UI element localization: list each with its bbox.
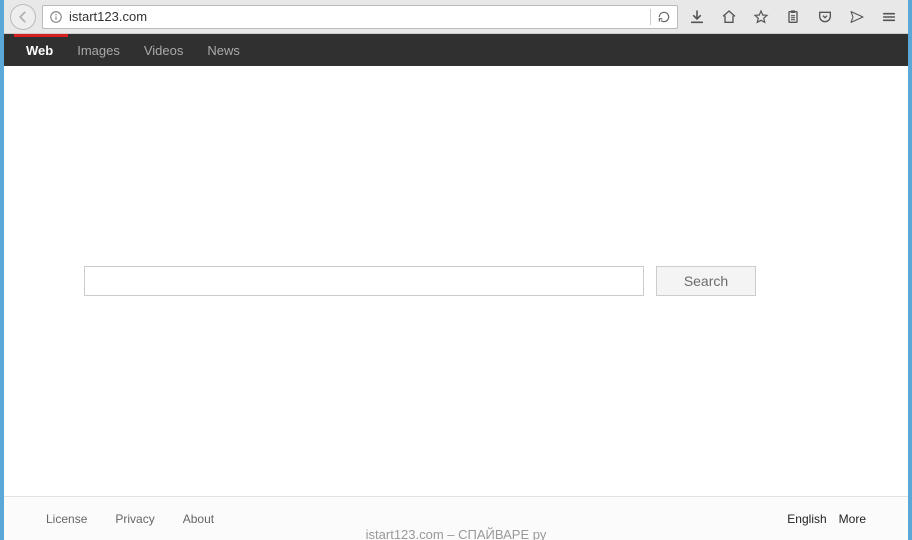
main-content: Search [4,66,908,496]
search-row: Search [84,266,756,296]
browser-toolbar [4,0,908,34]
send-icon[interactable] [844,4,870,30]
tab-news[interactable]: News [207,43,240,58]
address-separator [650,9,651,25]
address-bar[interactable] [42,5,678,29]
back-button[interactable] [10,4,36,30]
site-info-icon[interactable] [47,8,65,26]
bookmark-star-icon[interactable] [748,4,774,30]
search-input[interactable] [84,266,644,296]
pocket-icon[interactable] [812,4,838,30]
clipboard-icon[interactable] [780,4,806,30]
tab-web[interactable]: Web [26,43,53,58]
url-input[interactable] [69,9,646,24]
menu-icon[interactable] [876,4,902,30]
search-button[interactable]: Search [656,266,756,296]
reload-icon[interactable] [655,8,673,26]
active-tab-indicator [14,34,68,37]
home-icon[interactable] [716,4,742,30]
search-category-tabs: Web Images Videos News [4,34,908,66]
page-viewport: Web Images Videos News Search License Pr… [4,34,908,540]
tab-videos[interactable]: Videos [144,43,184,58]
downloads-icon[interactable] [684,4,710,30]
tab-images[interactable]: Images [77,43,120,58]
image-caption: istart123.com – СПАЙВАРЕ ру [4,521,908,540]
